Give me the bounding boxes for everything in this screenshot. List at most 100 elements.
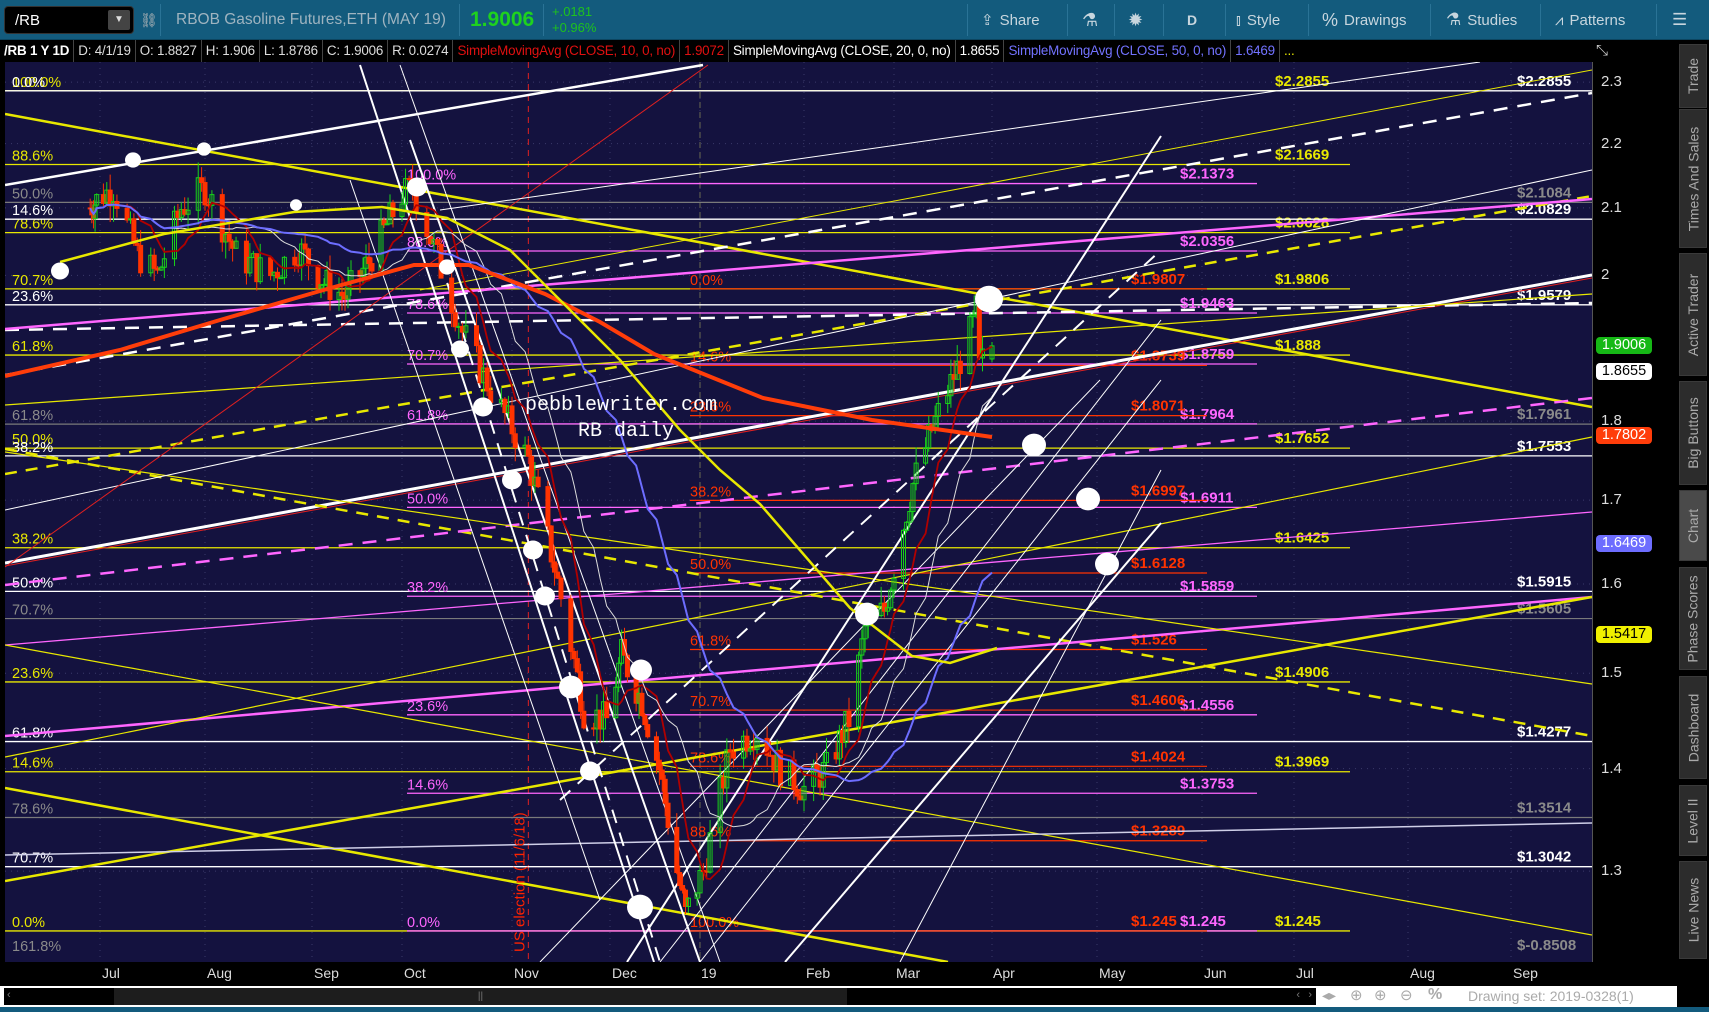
sidebar-tab-label: Level II [1685, 797, 1702, 844]
fib-price-label: $1.245 [1180, 913, 1226, 930]
trendline [539, 379, 1101, 962]
candle-body [639, 692, 645, 716]
candle-body [558, 577, 564, 600]
candle [639, 687, 645, 717]
candle [545, 480, 551, 531]
candle-body [131, 218, 137, 244]
candle-body [645, 724, 651, 738]
watermark-text: pebblewriter.com [525, 394, 717, 417]
fib-percent-label: 14.6% [12, 756, 53, 772]
pivot-marker-circle [580, 761, 600, 781]
fib-price-label: $-0.8508 [1517, 937, 1576, 954]
fib-price-label: $1.245 [1131, 913, 1177, 930]
candle [548, 525, 554, 568]
candle [989, 341, 995, 362]
fib-price-label: $1.9579 [1517, 287, 1571, 304]
scroll-left-icon[interactable]: ‹ [7, 989, 11, 1001]
event-label: US election (11/6/18) [511, 812, 528, 952]
right-sidebar: Trade Times And Sales Active Trader Big But… [1677, 40, 1709, 1007]
time-axis-label: Nov [514, 965, 539, 981]
trendline [5, 277, 1592, 567]
scroll-right-icon[interactable]: › [1308, 989, 1312, 1001]
candle [138, 230, 144, 277]
candle-body [568, 598, 574, 652]
window-border [0, 1007, 1709, 1012]
pivot-marker-circle [439, 259, 455, 275]
fib-price-label: $1.7961 [1517, 406, 1571, 423]
candle-body [274, 271, 280, 279]
fib-price-label: $1.6128 [1131, 555, 1185, 572]
fib-price-label: $1.245 [1275, 913, 1321, 930]
time-axis-label: Aug [1410, 965, 1435, 981]
price-tick-label: 2.1 [1601, 198, 1622, 216]
trendline [5, 112, 1592, 409]
pivot-marker-circle [559, 675, 583, 699]
price-tick-label: 2 [1601, 266, 1610, 284]
sidebar-tab-label: Live News [1685, 877, 1701, 943]
horizontal-scrollbar[interactable]: ‹ || ‹ › [4, 988, 1316, 1005]
sidebar-tab-level-ii[interactable]: Level II [1679, 785, 1707, 856]
price-badge: 1.5417 [1596, 626, 1652, 644]
price-tick-label: 1.7 [1601, 491, 1622, 509]
time-axis-label: Feb [806, 965, 831, 981]
candle-body [124, 207, 130, 221]
zoom-out-icon[interactable]: ⊖ [1400, 986, 1413, 1004]
candle-body [138, 244, 144, 274]
trendline [626, 135, 1162, 962]
candle-body [731, 751, 737, 759]
pivot-marker-circle [630, 659, 652, 681]
time-axis-label: Apr [993, 965, 1015, 981]
zoom-in-icon[interactable]: ⊕ [1374, 986, 1387, 1004]
fib-percent-label: 50.0% [690, 557, 731, 573]
candle-body [545, 486, 551, 527]
watermark-text: RB daily [578, 420, 674, 443]
sidebar-tab-label: Dashboard [1685, 693, 1701, 762]
candle-body [794, 788, 800, 797]
price-axis[interactable]: 2.3 2.2 2.1 2 1.8 1.7 1.6 1.5 1.4 1.3 1.9006 1.8655… [1592, 62, 1677, 962]
pan-icon[interactable]: ◂▸ [1322, 987, 1336, 1004]
price-tick-label: 1.3 [1601, 862, 1622, 880]
fib-percent-label: 0.0% [407, 915, 440, 931]
sidebar-tab-phase-scores[interactable]: Phase Scores [1679, 567, 1707, 670]
sidebar-tab-chart[interactable]: Chart [1679, 490, 1707, 561]
candle [674, 813, 680, 875]
candle-body [512, 433, 518, 448]
pivot-marker-circle [855, 602, 879, 626]
trendline [5, 63, 704, 187]
pivot-marker-circle [502, 470, 522, 490]
candle-body [680, 885, 686, 891]
sidebar-tab-label: Trade [1685, 57, 1701, 95]
pivot-marker-circle [1022, 433, 1046, 457]
sidebar-tab-active-trader[interactable]: Active Trader [1679, 253, 1707, 376]
sidebar-tab-big-buttons[interactable]: Big Buttons [1679, 381, 1707, 485]
fib-percent-label: 88.6% [12, 149, 53, 165]
candle-body [327, 269, 333, 300]
fib-price-label: $1.9807 [1131, 271, 1185, 288]
scrollbar-thumb[interactable]: || [114, 988, 847, 1005]
bottom-bar: ‹ || ‹ › ◂▸ ⊕ ⊕ ⊖ % Drawing set: 2019-03… [0, 986, 1677, 1007]
trendline [419, 69, 1592, 291]
sidebar-tab-live-news[interactable]: Live News [1679, 861, 1707, 959]
candle [268, 256, 274, 281]
pivot-marker-circle [290, 199, 302, 211]
drawing-set-label[interactable]: Drawing set: 2019-0328(1) [1468, 988, 1634, 1004]
candle-body [581, 710, 587, 729]
time-axis[interactable]: Jul Aug Sep Oct Nov Dec 19 Feb Mar Apr May Jun Jul Au… [0, 962, 1677, 986]
fib-price-label: $1.7964 [1180, 406, 1235, 423]
crosshair-icon[interactable]: ⊕ [1350, 986, 1363, 1004]
candle-body [551, 561, 557, 573]
sidebar-tab-trade[interactable]: Trade [1679, 44, 1707, 108]
scroll-left-end-icon[interactable]: ‹ [1296, 989, 1300, 1001]
candle-body [292, 256, 298, 266]
fib-price-label: $1.4556 [1180, 697, 1234, 714]
candle-body [642, 714, 648, 726]
trendline [5, 91, 1592, 377]
candle-body [548, 525, 554, 563]
percent-scale-icon[interactable]: % [1428, 986, 1442, 1004]
sidebar-tab-times-and-sales[interactable]: Times And Sales [1679, 109, 1707, 248]
sidebar-tab-dashboard[interactable]: Dashboard [1679, 676, 1707, 779]
candle-body [449, 277, 455, 314]
candle [957, 350, 963, 390]
time-axis-label: Mar [896, 965, 921, 981]
candle-body [452, 312, 458, 328]
